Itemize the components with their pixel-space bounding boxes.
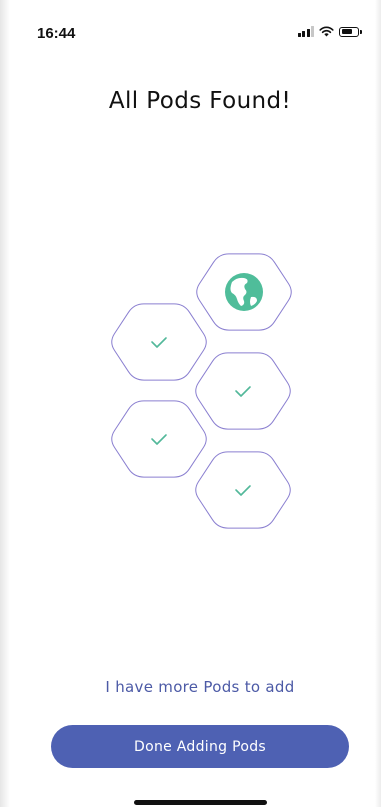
battery-fill (341, 29, 352, 34)
globe-icon (225, 273, 263, 311)
pod-hub (196, 253, 292, 331)
pod-hexagon (195, 352, 291, 430)
wifi-icon (319, 26, 334, 37)
cellular-signal-icon (297, 26, 314, 37)
status-icons (297, 26, 362, 37)
home-indicator[interactable] (134, 800, 267, 805)
pod-hexagon (111, 303, 207, 381)
pods-illustration (111, 253, 292, 529)
pod-hexagon (195, 451, 291, 529)
screen: 16:44 All Pods Found! I have more Pods t… (0, 0, 381, 807)
page-title: All Pods Found! (108, 88, 292, 114)
pod-hexagon (111, 400, 207, 478)
more-pods-link[interactable]: I have more Pods to add (0, 678, 381, 696)
status-time: 16:44 (37, 25, 76, 42)
battery-icon (339, 26, 362, 37)
done-adding-pods-button[interactable]: Done Adding Pods (51, 725, 349, 768)
pod-found-1 (111, 303, 207, 381)
pod-found-3 (111, 400, 207, 478)
pod-found-2 (195, 352, 291, 430)
status-bar: 16:44 (0, 0, 381, 60)
pod-found-4 (195, 451, 291, 529)
